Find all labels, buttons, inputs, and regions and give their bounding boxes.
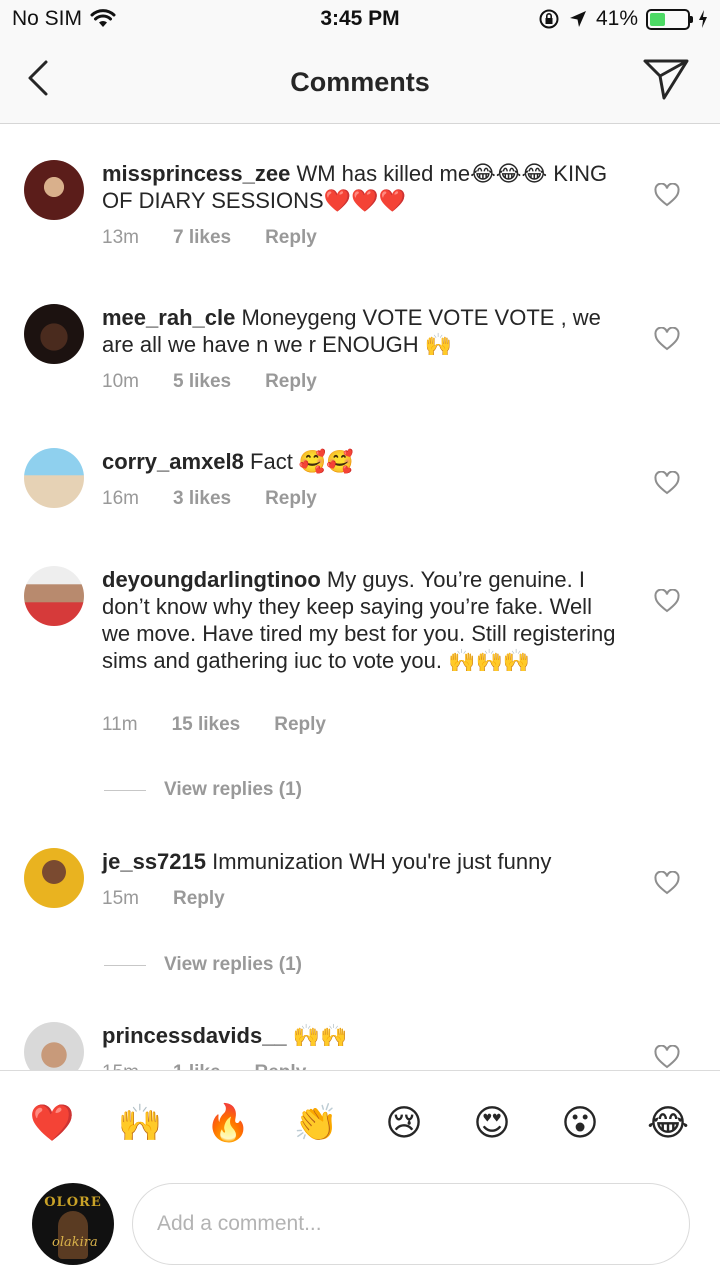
reply-button[interactable]: Reply — [265, 227, 317, 249]
comment-time: 10m — [102, 371, 139, 392]
reply-button[interactable]: Reply — [265, 371, 317, 393]
comment-meta: 10m 5 likes Reply — [102, 371, 351, 393]
avatar: OLORE olakira — [32, 1183, 114, 1265]
location-icon — [569, 11, 586, 27]
comment-username[interactable]: deyoungdarlingtinoo — [102, 567, 321, 592]
avatar[interactable] — [24, 304, 84, 364]
laughing-emoji-button[interactable]: 😂 — [644, 1101, 692, 1145]
comment-body: 🙌🙌 — [292, 1023, 348, 1048]
comment-username[interactable]: missprincess_zee — [102, 161, 290, 186]
comment-time: 15m — [102, 888, 139, 909]
heart-outline-icon — [654, 1044, 680, 1069]
like-comment-button[interactable] — [654, 182, 680, 207]
comment-username[interactable]: mee_rah_cle — [102, 305, 235, 330]
raised-hands-emoji-button[interactable]: 🙌 — [116, 1101, 164, 1145]
comment-text: je_ss7215 Immunization WH you're just fu… — [102, 848, 622, 875]
comment-username[interactable]: corry_amxel8 — [102, 449, 244, 474]
comment-item: je_ss7215 Immunization WH you're just fu… — [0, 848, 720, 928]
comment-meta: 16m 3 likes Reply — [102, 488, 351, 510]
reply-button[interactable]: Reply — [173, 888, 225, 910]
comment-meta: 13m 7 likes Reply — [102, 227, 351, 249]
comment-text: missprincess_zee WM has killed me😂😂😂 KIN… — [102, 160, 622, 214]
page-title: Comments — [290, 67, 430, 97]
view-replies-button[interactable]: View replies (1) — [104, 779, 302, 801]
comment-time: 16m — [102, 488, 139, 509]
heart-eyes-emoji-button[interactable]: 😍 — [468, 1101, 516, 1145]
comment-item: corry_amxel8 Fact 🥰🥰 16m 3 likes Reply — [0, 448, 720, 528]
comment-username[interactable]: princessdavids__ — [102, 1023, 287, 1048]
avatar[interactable] — [24, 566, 84, 626]
comment-text: mee_rah_cle Moneygeng VOTE VOTE VOTE , w… — [102, 304, 622, 358]
comment-meta: 15m Reply — [102, 888, 259, 910]
direct-share-button[interactable] — [642, 56, 690, 102]
comment-text: deyoungdarlingtinoo My guys. You’re genu… — [102, 566, 622, 674]
reply-button[interactable]: Reply — [255, 1062, 307, 1070]
comment-body: Fact 🥰🥰 — [250, 449, 354, 474]
comment-item: missprincess_zee WM has killed me😂😂😂 KIN… — [0, 160, 720, 260]
heart-emoji-button[interactable]: ❤️ — [28, 1101, 76, 1145]
comment-text: princessdavids__ 🙌🙌 — [102, 1022, 622, 1049]
emoji-quick-bar: ❤️ 🙌 🔥 👏 😢 😍 😮 😂 — [0, 1070, 720, 1175]
comment-body: Immunization WH you're just funny — [212, 849, 552, 874]
heart-outline-icon — [654, 182, 680, 207]
comment-meta: 11m 15 likes Reply — [102, 714, 360, 736]
replies-divider — [104, 964, 146, 966]
charging-icon — [699, 10, 707, 28]
like-comment-button[interactable] — [654, 588, 680, 613]
battery-icon — [646, 8, 693, 30]
heart-outline-icon — [654, 870, 680, 895]
comment-likes[interactable]: 5 likes — [173, 371, 231, 393]
avatar[interactable] — [24, 1022, 84, 1070]
orientation-lock-icon — [539, 9, 559, 29]
avatar[interactable] — [24, 848, 84, 908]
surprised-emoji-button[interactable]: 😮 — [556, 1101, 604, 1145]
clapping-emoji-button[interactable]: 👏 — [292, 1101, 340, 1145]
comment-item: mee_rah_cle Moneygeng VOTE VOTE VOTE , w… — [0, 304, 720, 404]
view-replies-label: View replies (1) — [164, 954, 302, 975]
view-replies-label: View replies (1) — [164, 779, 302, 800]
replies-divider — [104, 789, 146, 791]
comment-likes[interactable]: 1 like — [173, 1062, 221, 1070]
crying-emoji-button[interactable]: 😢 — [380, 1101, 428, 1145]
comment-item: princessdavids__ 🙌🙌 15m 1 like Reply — [0, 1022, 720, 1070]
comment-time: 13m — [102, 227, 139, 248]
heart-outline-icon — [654, 470, 680, 495]
avatar[interactable] — [24, 448, 84, 508]
reply-button[interactable]: Reply — [265, 488, 317, 510]
battery-percent: 41% — [595, 7, 638, 30]
comment-likes[interactable]: 3 likes — [173, 488, 231, 510]
comment-text: corry_amxel8 Fact 🥰🥰 — [102, 448, 622, 475]
comment-composer: OLORE olakira — [0, 1175, 720, 1280]
comment-likes[interactable]: 7 likes — [173, 227, 231, 249]
battery-fill — [650, 12, 665, 26]
comment-meta: 15m 1 like Reply — [102, 1062, 340, 1070]
avatar[interactable] — [24, 160, 84, 220]
reply-button[interactable]: Reply — [274, 714, 326, 736]
like-comment-button[interactable] — [654, 326, 680, 351]
fire-emoji-button[interactable]: 🔥 — [204, 1101, 252, 1145]
heart-outline-icon — [654, 588, 680, 613]
view-replies-button[interactable]: View replies (1) — [104, 954, 302, 976]
comments-header: Comments — [0, 40, 720, 124]
comment-username[interactable]: je_ss7215 — [102, 849, 206, 874]
like-comment-button[interactable] — [654, 870, 680, 895]
status-bar: No SIM 3:45 PM 41% — [0, 0, 720, 40]
comment-input[interactable] — [132, 1183, 690, 1265]
like-comment-button[interactable] — [654, 470, 680, 495]
heart-outline-icon — [654, 326, 680, 351]
comment-item: deyoungdarlingtinoo My guys. You’re genu… — [0, 566, 720, 746]
comment-likes[interactable]: 15 likes — [172, 714, 241, 736]
avatar-signature: olakira — [52, 1235, 98, 1250]
paper-plane-icon — [643, 59, 689, 100]
like-comment-button[interactable] — [654, 1044, 680, 1069]
avatar-logo-text: OLORE — [44, 1195, 102, 1210]
comment-time: 11m — [102, 714, 138, 735]
comment-time: 15m — [102, 1062, 139, 1070]
comments-list[interactable]: missprincess_zee WM has killed me😂😂😂 KIN… — [0, 125, 720, 1070]
status-right: 41% — [538, 7, 708, 31]
